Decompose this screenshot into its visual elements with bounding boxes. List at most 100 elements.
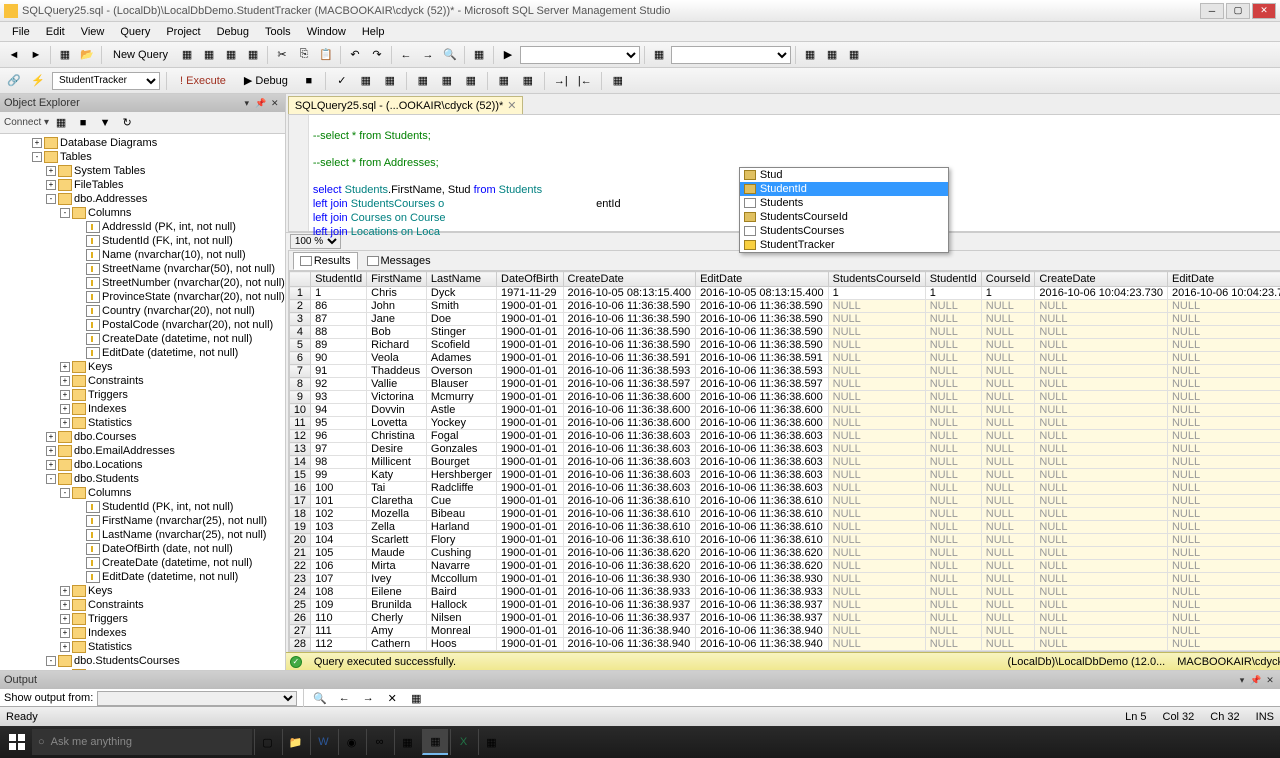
- new-project-button[interactable]: ▦: [55, 45, 75, 65]
- task-view-button[interactable]: ▢: [254, 729, 280, 755]
- results-grid[interactable]: StudentIdFirstNameLastNameDateOfBirthCre…: [289, 271, 1280, 651]
- word-button[interactable]: W: [310, 729, 336, 755]
- results-grid-wrap[interactable]: StudentIdFirstNameLastNameDateOfBirthCre…: [289, 271, 1280, 651]
- tree-node[interactable]: StudentId (FK, int, not null): [0, 234, 285, 248]
- tree-node[interactable]: +Constraints: [0, 598, 285, 612]
- copy-button[interactable]: ⎘: [294, 45, 314, 65]
- dmx-button[interactable]: ▦: [243, 45, 263, 65]
- app-button[interactable]: ▦: [394, 729, 420, 755]
- outdent-button[interactable]: |←: [575, 71, 595, 91]
- results-file-button[interactable]: ▦: [461, 71, 481, 91]
- tree-node[interactable]: PostalCode (nvarchar(20), not null): [0, 318, 285, 332]
- oe-close-icon[interactable]: ✕: [269, 97, 281, 109]
- toolbox-button[interactable]: ▦: [844, 45, 864, 65]
- menu-file[interactable]: File: [4, 24, 38, 40]
- ssms-button[interactable]: ▦: [422, 729, 448, 755]
- tree-node[interactable]: CreateDate (datetime, not null): [0, 332, 285, 346]
- messages-tab[interactable]: Messages: [360, 252, 438, 270]
- taskbar-search[interactable]: ○ Ask me anything: [32, 729, 252, 755]
- tree-node[interactable]: +Keys: [0, 360, 285, 374]
- output-source-combo[interactable]: [97, 691, 297, 706]
- intellisense-item[interactable]: Students: [740, 196, 948, 210]
- new-query-button[interactable]: New Query: [106, 46, 175, 64]
- oe-tree[interactable]: +Database Diagrams-Tables+System Tables+…: [0, 134, 285, 670]
- menu-view[interactable]: View: [73, 24, 113, 40]
- intellisense-item[interactable]: StudentsCourses: [740, 224, 948, 238]
- indent-button[interactable]: →|: [551, 71, 571, 91]
- tree-node[interactable]: +Indexes: [0, 626, 285, 640]
- find-button[interactable]: 🔍: [440, 45, 460, 65]
- menu-window[interactable]: Window: [299, 24, 354, 40]
- tree-node[interactable]: ProvinceState (nvarchar(20), not null): [0, 290, 285, 304]
- connect-dropdown[interactable]: Connect ▾: [4, 117, 49, 128]
- tree-node[interactable]: EditDate (datetime, not null): [0, 570, 285, 584]
- paste-button[interactable]: 📋: [316, 45, 336, 65]
- back-button[interactable]: ◄: [4, 45, 24, 65]
- activity-button[interactable]: ▦: [469, 45, 489, 65]
- output-prev-button[interactable]: ←: [334, 688, 354, 708]
- tree-node[interactable]: Country (nvarchar(20), not null): [0, 304, 285, 318]
- menu-project[interactable]: Project: [158, 24, 208, 40]
- tree-node[interactable]: -dbo.Students: [0, 472, 285, 486]
- open-button[interactable]: 📂: [77, 45, 97, 65]
- oe-refresh-button[interactable]: ↻: [117, 113, 137, 133]
- tree-node[interactable]: +Constraints: [0, 374, 285, 388]
- menu-query[interactable]: Query: [112, 24, 158, 40]
- maximize-button[interactable]: ▢: [1226, 3, 1250, 19]
- cut-button[interactable]: ✂: [272, 45, 292, 65]
- tree-node[interactable]: LastName (nvarchar(25), not null): [0, 528, 285, 542]
- menu-edit[interactable]: Edit: [38, 24, 73, 40]
- results-text-button[interactable]: ▦: [413, 71, 433, 91]
- tree-node[interactable]: +Statistics: [0, 640, 285, 654]
- tree-node[interactable]: -Columns: [0, 486, 285, 500]
- editor-content[interactable]: --select * from Students; --select * fro…: [313, 117, 621, 240]
- menu-help[interactable]: Help: [354, 24, 393, 40]
- uncomment-button[interactable]: ▦: [518, 71, 538, 91]
- oe-disconnect-button[interactable]: ▦: [51, 113, 71, 133]
- parse-button[interactable]: ✓: [332, 71, 352, 91]
- tree-node[interactable]: EditDate (datetime, not null): [0, 346, 285, 360]
- nav-back-button[interactable]: ←: [396, 45, 416, 65]
- output-wrap-button[interactable]: ▦: [406, 688, 426, 708]
- tree-node[interactable]: +dbo.Courses: [0, 430, 285, 444]
- config-combo[interactable]: [520, 46, 640, 64]
- tab-close-icon[interactable]: ✕: [507, 99, 516, 112]
- tree-node[interactable]: +Statistics: [0, 416, 285, 430]
- tree-node[interactable]: StudentId (PK, int, not null): [0, 500, 285, 514]
- output-next-button[interactable]: →: [358, 688, 378, 708]
- output-find-button[interactable]: 🔍: [310, 688, 330, 708]
- debug-button[interactable]: ▶ Debug: [237, 71, 295, 90]
- tree-node[interactable]: +Keys: [0, 584, 285, 598]
- intellisense-item[interactable]: StudentsCourseId: [740, 210, 948, 224]
- nav-fwd-button[interactable]: →: [418, 45, 438, 65]
- tree-node[interactable]: FirstName (nvarchar(25), not null): [0, 514, 285, 528]
- oe-filter-button[interactable]: ▼: [95, 113, 115, 133]
- database-combo[interactable]: StudentTracker: [52, 72, 160, 90]
- output-clear-button[interactable]: ✕: [382, 688, 402, 708]
- redo-button[interactable]: ↷: [367, 45, 387, 65]
- minimize-button[interactable]: ─: [1200, 3, 1224, 19]
- plan-button[interactable]: ▦: [356, 71, 376, 91]
- tree-node[interactable]: +Indexes: [0, 402, 285, 416]
- tree-node[interactable]: StreetName (nvarchar(50), not null): [0, 262, 285, 276]
- solution-button[interactable]: ▦: [800, 45, 820, 65]
- excel-button[interactable]: X: [450, 729, 476, 755]
- tree-node[interactable]: DateOfBirth (date, not null): [0, 542, 285, 556]
- connect-button[interactable]: 🔗: [4, 71, 24, 91]
- vs-button[interactable]: ∞: [366, 729, 392, 755]
- tree-node[interactable]: -dbo.StudentsCourses: [0, 654, 285, 668]
- results-grid-button[interactable]: ▦: [437, 71, 457, 91]
- file-explorer-button[interactable]: 📁: [282, 729, 308, 755]
- tree-node[interactable]: +Database Diagrams: [0, 136, 285, 150]
- db-engine-button[interactable]: ▦: [177, 45, 197, 65]
- output-dropdown-icon[interactable]: ▾: [1236, 674, 1248, 686]
- undo-button[interactable]: ↶: [345, 45, 365, 65]
- tree-node[interactable]: +Columns: [0, 668, 285, 670]
- server-combo[interactable]: [671, 46, 791, 64]
- execute-button[interactable]: ! Execute: [173, 72, 233, 90]
- tree-node[interactable]: AddressId (PK, int, not null): [0, 220, 285, 234]
- change-conn-button[interactable]: ⚡: [28, 71, 48, 91]
- specify-button[interactable]: ▦: [608, 71, 628, 91]
- tree-node[interactable]: -Columns: [0, 206, 285, 220]
- oe-dropdown-icon[interactable]: ▾: [241, 97, 253, 109]
